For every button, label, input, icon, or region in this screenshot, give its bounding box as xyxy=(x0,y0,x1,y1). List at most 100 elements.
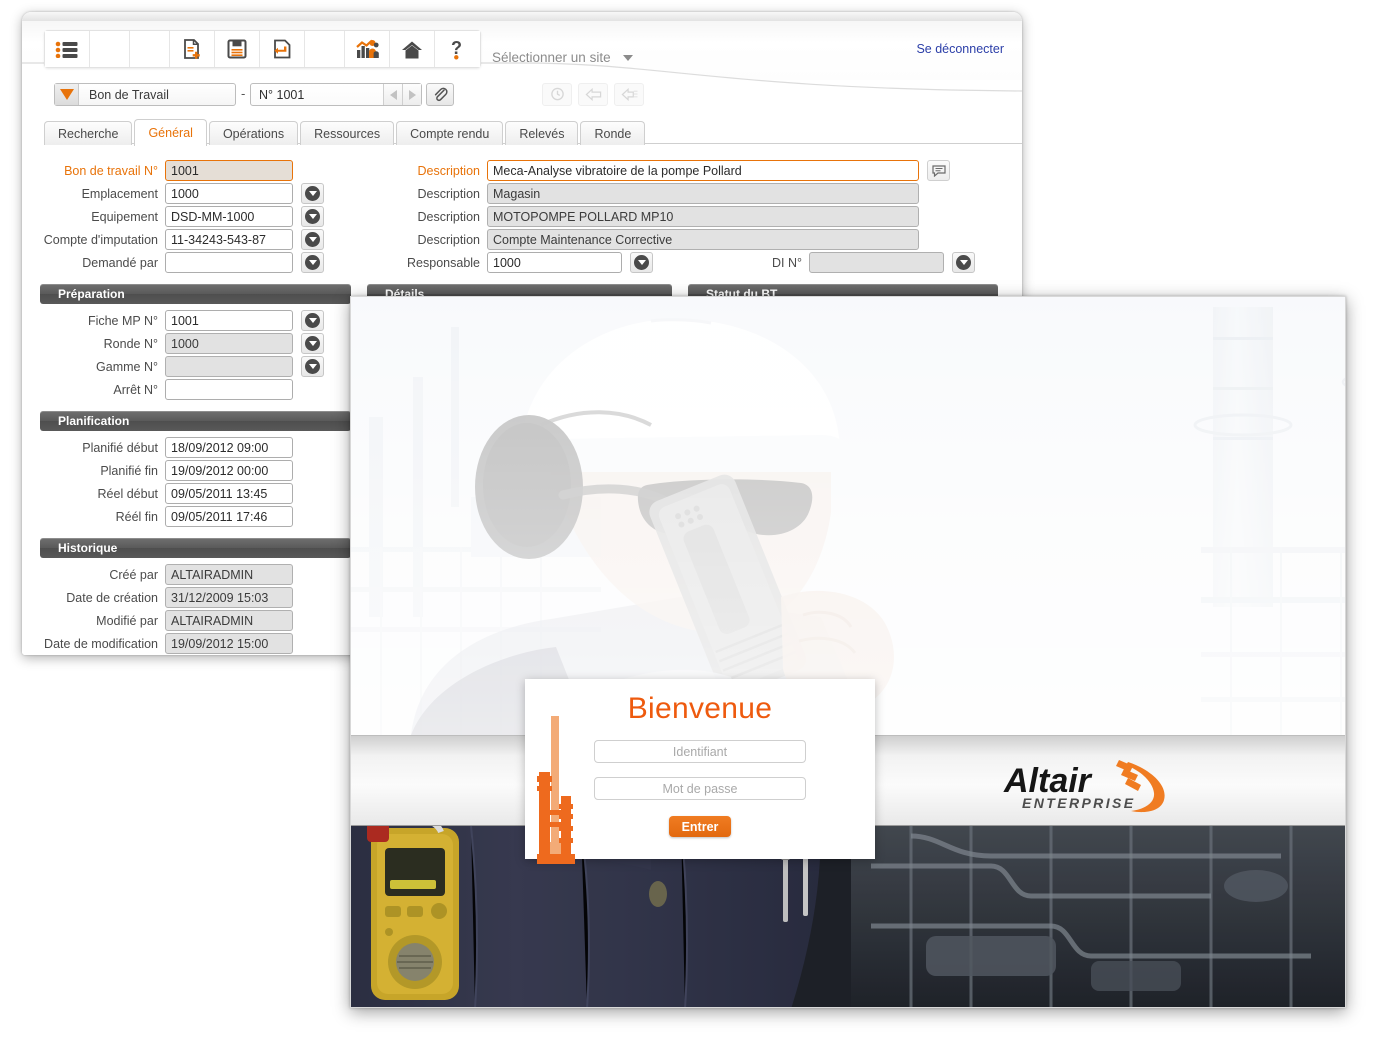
field-description-3: Description MOTOPOMPE POLLARD MP10 xyxy=(362,206,919,227)
tab-label: Compte rendu xyxy=(410,127,490,141)
tab-ressources[interactable]: Ressources xyxy=(300,121,395,146)
home-button[interactable] xyxy=(390,31,435,67)
list-icon-button[interactable] xyxy=(45,31,90,67)
main-toolbar[interactable]: ? xyxy=(44,30,481,68)
section-planification: Planification xyxy=(40,411,351,431)
demande-par-dropdown-button[interactable] xyxy=(301,252,324,273)
description-comment-button[interactable] xyxy=(927,160,950,181)
field-label: Date de création xyxy=(66,590,158,605)
record-number-value: N° 1001 xyxy=(259,87,305,102)
field-label: Description xyxy=(417,209,480,224)
gamme-input[interactable] xyxy=(165,356,293,377)
planifie-fin-input[interactable]: 19/09/2012 00:00 xyxy=(165,460,293,481)
field-gamme: Gamme N° xyxy=(22,356,324,377)
submit-button[interactable]: Entrer xyxy=(669,816,731,837)
tab-label: Opérations xyxy=(222,127,285,141)
reel-debut-input[interactable]: 09/05/2011 13:45 xyxy=(165,483,293,504)
fiche-mp-dropdown-button[interactable] xyxy=(301,310,324,331)
field-label: Equipement xyxy=(91,209,158,224)
field-ronde: Ronde N° 1000 xyxy=(22,333,324,354)
responsable-input[interactable]: 1000 xyxy=(487,252,622,273)
tab-general[interactable]: Général xyxy=(134,119,207,146)
back-button[interactable] xyxy=(578,83,608,106)
refinery-stacks-icon xyxy=(537,716,575,864)
record-type-label: Bon de Travail xyxy=(89,87,169,102)
history-clock-button[interactable] xyxy=(542,83,572,106)
logout-link[interactable]: Se déconnecter xyxy=(916,42,1004,56)
field-planifie-fin: Planifié fin 19/09/2012 00:00 xyxy=(22,460,293,481)
tab-releves[interactable]: Relevés xyxy=(505,121,579,146)
field-label: Planifié début xyxy=(82,440,158,455)
toolbar-blank-slot-1[interactable] xyxy=(90,31,130,67)
home-icon xyxy=(402,41,422,58)
site-selector[interactable]: Sélectionner un site xyxy=(492,50,633,65)
field-label: Emplacement xyxy=(81,186,158,201)
ronde-input[interactable]: 1000 xyxy=(165,333,293,354)
field-label: Date de modification xyxy=(44,636,158,651)
list-icon xyxy=(55,41,78,58)
industrial-worker-photo xyxy=(351,297,1345,735)
field-label: Modifié par xyxy=(96,613,158,628)
toolbar-blank-slot-2[interactable] xyxy=(130,31,170,67)
field-date-modification: Date de modification 19/09/2012 15:00 xyxy=(22,633,293,654)
fiche-mp-input[interactable]: 1001 xyxy=(165,310,293,331)
field-demande-par: Demandé par xyxy=(22,252,352,273)
username-input[interactable]: Identifiant xyxy=(594,740,806,763)
emplacement-dropdown-button[interactable] xyxy=(301,183,324,204)
new-document-icon xyxy=(183,38,200,59)
save-button[interactable] xyxy=(215,31,260,67)
next-record-button[interactable] xyxy=(402,84,421,105)
tab-recherche[interactable]: Recherche xyxy=(44,121,133,146)
new-document-button[interactable] xyxy=(170,31,215,67)
tab-ronde[interactable]: Ronde xyxy=(580,121,646,146)
clock-icon xyxy=(550,87,564,101)
description-equipement-value: MOTOPOMPE POLLARD MP10 xyxy=(487,206,919,227)
bon-de-travail-input[interactable]: 1001 xyxy=(165,160,293,181)
password-input[interactable]: Mot de passe xyxy=(594,777,806,800)
responsable-dropdown-button[interactable] xyxy=(630,252,653,273)
di-numero-input[interactable] xyxy=(809,252,944,273)
field-date-creation: Date de création 31/12/2009 15:03 xyxy=(22,587,293,608)
altair-enterprise-logo: Altair ENTERPRISE xyxy=(1000,756,1190,813)
record-number-field[interactable]: N° 1001 xyxy=(250,83,422,106)
undo-button[interactable] xyxy=(260,31,305,67)
field-label: Description xyxy=(417,186,480,201)
equipement-input[interactable]: DSD-MM-1000 xyxy=(165,206,293,227)
date-modification-value: 19/09/2012 15:00 xyxy=(165,633,293,654)
field-reel-debut: Réel début 09/05/2011 13:45 xyxy=(22,483,293,504)
compte-imputation-dropdown-button[interactable] xyxy=(301,229,324,250)
tab-compte-rendu[interactable]: Compte rendu xyxy=(396,121,504,146)
field-label: Planifié fin xyxy=(100,463,158,478)
arrow-left-icon xyxy=(585,88,601,101)
modifie-par-value: ALTAIRADMIN xyxy=(165,610,293,631)
planifie-debut-input[interactable]: 18/09/2012 09:00 xyxy=(165,437,293,458)
equipement-dropdown-button[interactable] xyxy=(301,206,324,227)
field-label: Responsable xyxy=(407,255,480,270)
record-type-combo[interactable]: Bon de Travail xyxy=(54,83,236,106)
arret-input[interactable] xyxy=(165,379,293,400)
emplacement-input[interactable]: 1000 xyxy=(165,183,293,204)
tab-strip: Recherche Général Opérations Ressources … xyxy=(44,119,646,146)
di-dropdown-button[interactable] xyxy=(952,252,975,273)
field-emplacement: Emplacement 1000 xyxy=(22,183,352,204)
field-cree-par: Créé par ALTAIRADMIN xyxy=(22,564,293,585)
reports-button[interactable] xyxy=(345,31,390,67)
field-label: DI N° xyxy=(772,255,802,270)
help-button[interactable]: ? xyxy=(435,31,480,67)
description-main-input[interactable]: Meca-Analyse vibratoire de la pompe Poll… xyxy=(487,160,919,181)
gamme-dropdown-button[interactable] xyxy=(301,356,324,377)
prev-record-button[interactable] xyxy=(383,84,402,105)
toolbar-blank-slot-3[interactable] xyxy=(305,31,345,67)
attachment-button[interactable] xyxy=(426,83,454,106)
section-preparation: Préparation xyxy=(40,284,351,304)
field-reel-fin: Réél fin 09/05/2011 17:46 xyxy=(22,506,293,527)
compte-imputation-input[interactable]: 11-34243-543-87 xyxy=(165,229,293,250)
help-question-icon: ? xyxy=(451,39,462,59)
field-label: Fiche MP N° xyxy=(87,313,158,328)
ronde-dropdown-button[interactable] xyxy=(301,333,324,354)
demande-par-input[interactable] xyxy=(165,252,293,273)
tab-operations[interactable]: Opérations xyxy=(208,121,299,146)
field-label: Gamme N° xyxy=(96,359,158,374)
back-to-list-button[interactable] xyxy=(614,83,644,106)
reel-fin-input[interactable]: 09/05/2011 17:46 xyxy=(165,506,293,527)
